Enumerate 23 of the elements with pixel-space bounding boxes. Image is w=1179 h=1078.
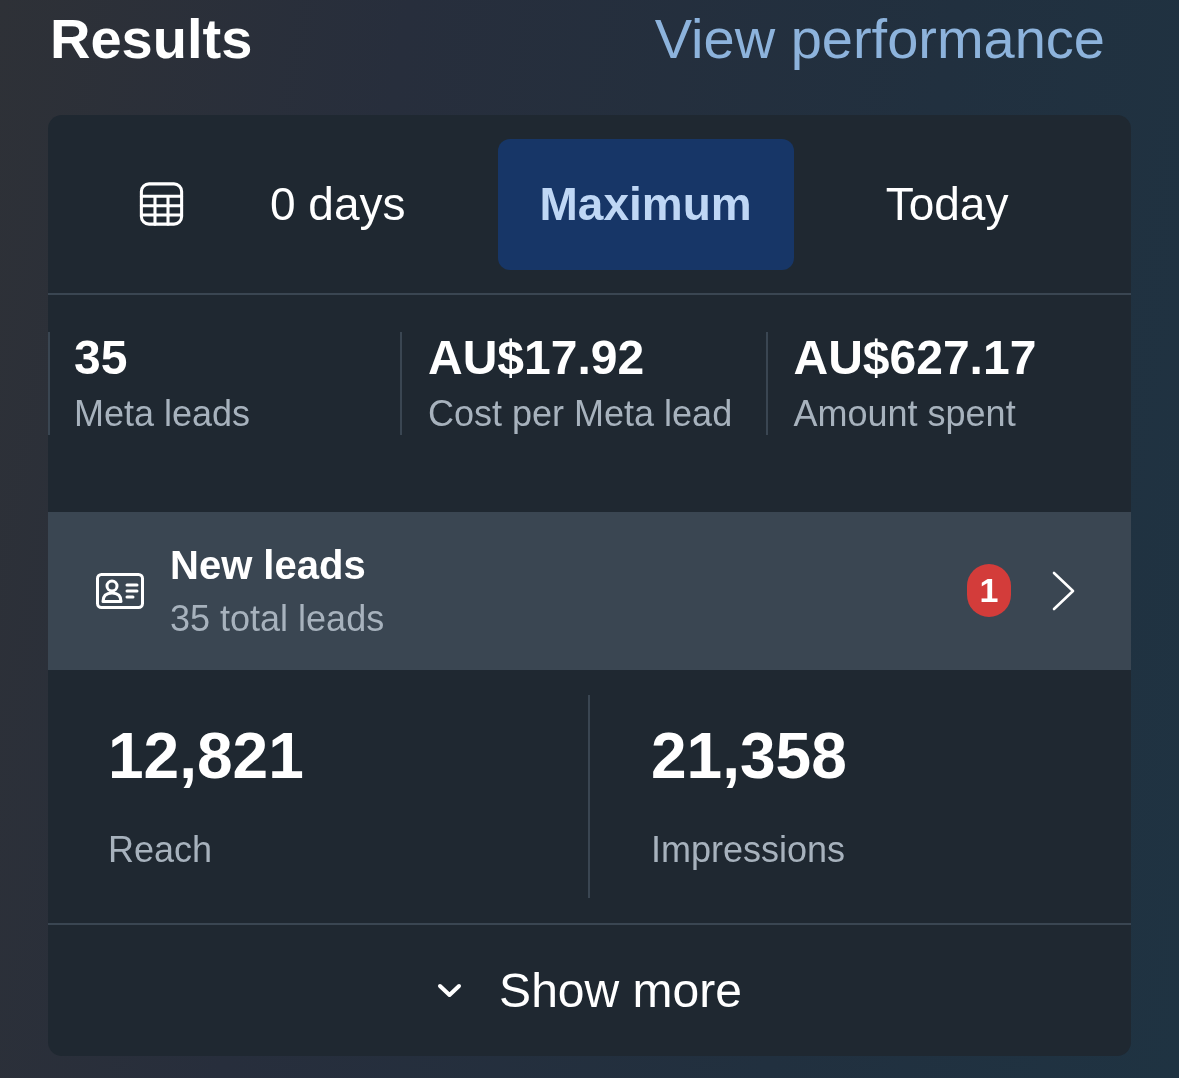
leads-title: New leads — [170, 542, 367, 590]
show-more-button[interactable]: Show more — [48, 924, 1131, 1056]
metric-label: Meta leads — [74, 391, 252, 435]
stat-value: 21,358 — [651, 719, 848, 794]
notification-badge: 1 — [967, 564, 1011, 618]
date-range-tab[interactable]: Maximum — [497, 138, 794, 270]
metric-value: 35 — [74, 332, 129, 385]
date-range-tab[interactable]: 0 days — [228, 138, 448, 270]
stat-label: Reach — [108, 827, 214, 871]
stat-value: 12,821 — [108, 719, 305, 794]
date-range-tab[interactable]: Today — [843, 138, 1051, 270]
leads-count: 35 total leads — [170, 597, 386, 641]
stat-label: Impressions — [651, 827, 847, 871]
metric-label: Cost per Meta lead — [428, 391, 734, 435]
section-title: Results — [50, 6, 253, 73]
new-leads-row[interactable]: New leads 35 total leads 1 — [48, 512, 1131, 670]
chevron-right-icon — [1052, 571, 1075, 611]
view-performance-link[interactable]: View performance — [654, 5, 1105, 73]
calendar-icon[interactable] — [138, 181, 185, 227]
contact-card-icon — [96, 573, 144, 609]
metric-value: AU$627.17 — [793, 332, 1038, 385]
metric-label: Amount spent — [793, 391, 1017, 435]
metric-value: AU$17.92 — [428, 332, 646, 385]
